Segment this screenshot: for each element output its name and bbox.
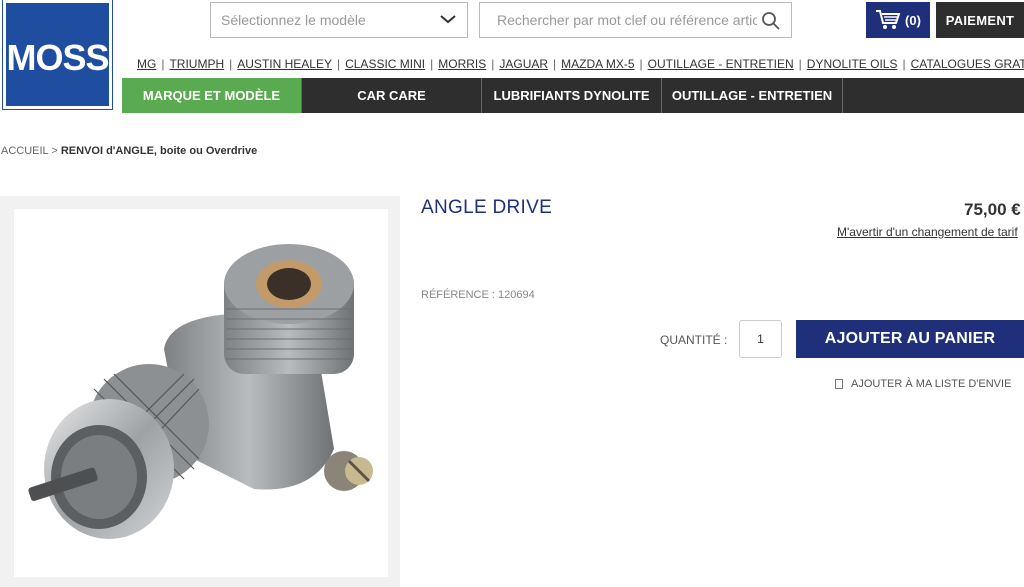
brand-link-catalogues[interactable]: CATALOGUES GRATUITS: [911, 57, 1024, 71]
main-nav: MARQUE ET MODÈLE CAR CARE LUBRIFIANTS DY…: [122, 78, 1024, 113]
angle-drive-illustration: [28, 244, 373, 539]
chevron-down-icon: [440, 15, 456, 24]
moss-logo[interactable]: MOSS: [2, 0, 113, 110]
nav-item-marque-modele[interactable]: MARQUE ET MODÈLE: [122, 78, 302, 113]
brand-link-mazda-mx5[interactable]: MAZDA MX-5: [561, 57, 634, 71]
brand-link-classic-mini[interactable]: CLASSIC MINI: [345, 57, 425, 71]
brand-link-mg[interactable]: MG: [137, 57, 156, 71]
cart-count: (0): [905, 12, 921, 28]
price-alert-link[interactable]: M'avertir d'un changement de tarif: [837, 225, 1018, 239]
brand-links: MG | TRIUMPH | AUSTIN HEALEY | CLASSIC MINI | MO…: [137, 57, 1024, 71]
brand-link-morris[interactable]: MORRIS: [438, 57, 486, 71]
add-to-wishlist-link[interactable]: AJOUTER À MA LISTE D'ENVIE: [835, 378, 1011, 390]
shopping-cart-icon: [876, 10, 901, 29]
search-input[interactable]: [495, 11, 759, 29]
brand-link-austin-healey[interactable]: AUSTIN HEALEY: [237, 57, 332, 71]
product-image-frame: [0, 196, 400, 587]
checkout-button[interactable]: PAIEMENT: [936, 2, 1024, 38]
model-select[interactable]: Sélectionnez le modèle: [210, 2, 468, 38]
breadcrumb-current: RENVOI d'ANGLE, boite ou Overdrive: [60, 145, 258, 157]
logo-text: MOSS: [6, 36, 109, 78]
model-select-value: Sélectionnez le modèle: [221, 12, 366, 28]
breadcrumb-separator: >: [51, 145, 58, 157]
add-to-cart-button[interactable]: AJOUTER AU PANIER: [796, 320, 1024, 358]
product-title: ANGLE DRIVE: [421, 197, 553, 218]
document-icon: [835, 379, 843, 389]
nav-item-lubrifiants[interactable]: LUBRIFIANTS DYNOLITE: [482, 78, 662, 113]
product-image[interactable]: [14, 209, 388, 577]
cart-button[interactable]: (0): [866, 2, 930, 38]
breadcrumb: ACCUEIL > RENVOI d'ANGLE, boite ou Overd…: [1, 145, 257, 157]
quantity-label: QUANTITÉ :: [660, 333, 728, 347]
search-icon[interactable]: [761, 11, 781, 31]
nav-item-outillage[interactable]: OUTILLAGE - ENTRETIEN: [662, 78, 843, 113]
nav-item-car-care[interactable]: CAR CARE: [302, 78, 482, 113]
wishlist-label: AJOUTER À MA LISTE D'ENVIE: [851, 378, 1012, 390]
product-price: 75,00 €: [964, 200, 1021, 219]
brand-link-outillage[interactable]: OUTILLAGE - ENTRETIEN: [648, 57, 794, 71]
search-box: [479, 2, 792, 38]
product-reference: RÉFÉRENCE : 120694: [421, 289, 535, 301]
quantity-input[interactable]: 1: [739, 320, 782, 358]
brand-link-jaguar[interactable]: JAGUAR: [499, 57, 548, 71]
brand-link-dynolite-oils[interactable]: DYNOLITE OILS: [807, 57, 898, 71]
brand-link-triumph[interactable]: TRIUMPH: [169, 57, 224, 71]
breadcrumb-home[interactable]: ACCUEIL: [1, 145, 48, 157]
